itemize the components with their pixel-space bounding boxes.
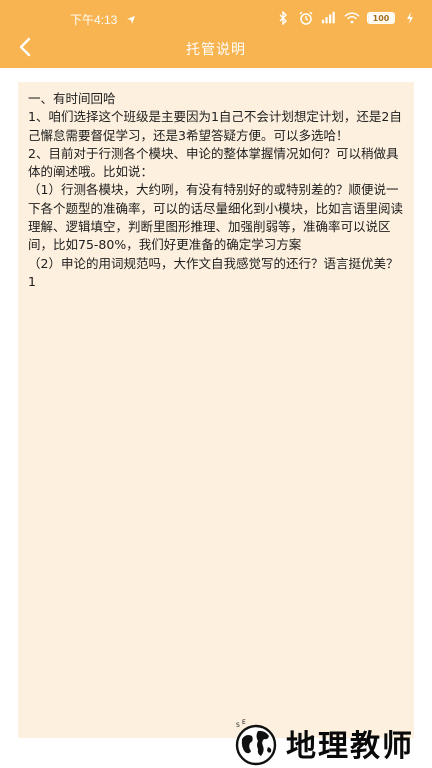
navigation-row: 托管说明: [0, 32, 432, 66]
globe-logo-icon: S E: [235, 719, 277, 766]
status-time: 下午4:13: [70, 13, 118, 27]
watermark-text: 地理教师: [286, 729, 414, 764]
alarm-icon: [298, 11, 314, 25]
status-right: 100: [275, 11, 418, 25]
watermark: S E 地理教师: [232, 718, 432, 768]
description-card: 一、有时间回哈 1、咱们选择这个班级是主要因为1自己不会计划想定计划，还是2自己…: [18, 82, 414, 738]
signal-hd-icon: [321, 11, 337, 25]
description-text: 一、有时间回哈 1、咱们选择这个班级是主要因为1自己不会计划想定计划，还是2自己…: [28, 91, 404, 289]
bluetooth-icon: [275, 11, 291, 25]
wifi-icon: [344, 11, 360, 25]
page-title: 托管说明: [186, 42, 246, 58]
svg-text:S: S: [236, 722, 240, 729]
status-left: 下午4:13: [70, 11, 139, 28]
svg-text:E: E: [242, 719, 246, 726]
header-bar: 下午4:13 100 托管说明: [0, 0, 432, 68]
battery-icon: 100: [367, 12, 395, 24]
battery-label: 100: [372, 13, 390, 23]
status-bar: 下午4:13 100: [0, 6, 432, 32]
charging-icon: [402, 11, 418, 25]
location-arrow-icon: [123, 13, 139, 27]
